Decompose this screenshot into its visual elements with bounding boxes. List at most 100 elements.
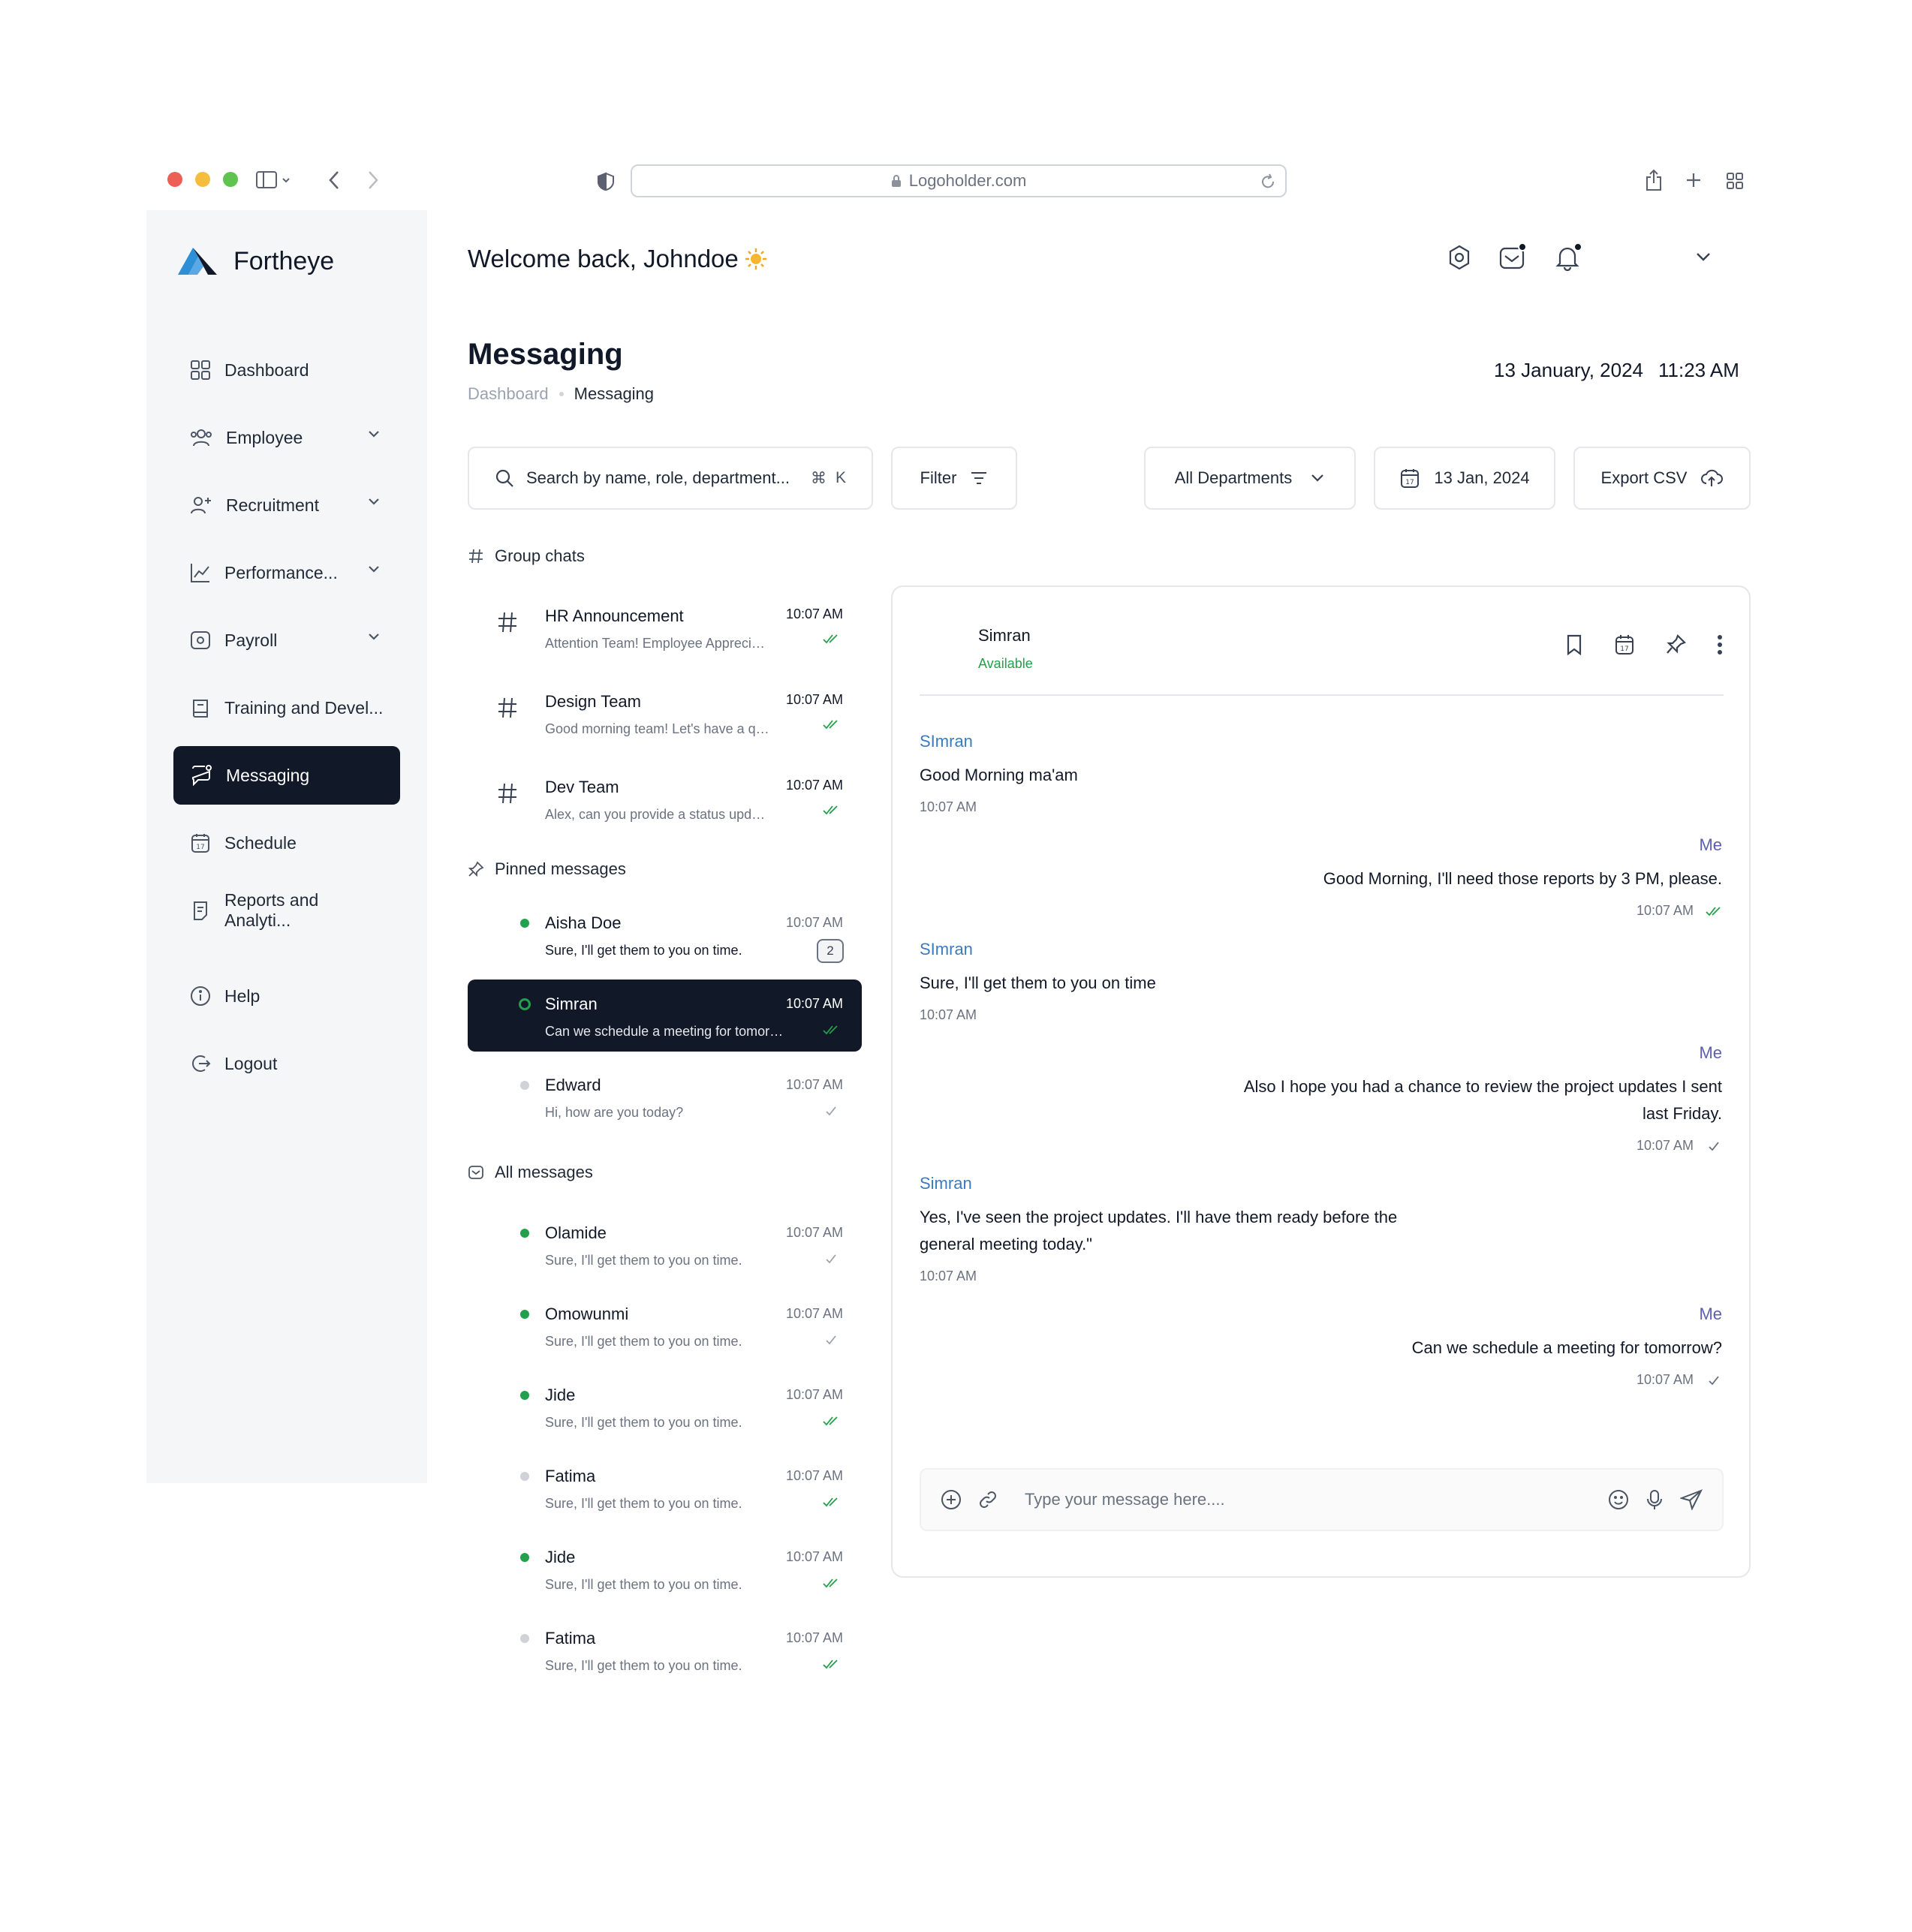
search-input[interactable]: Search by name, role, department... ⌘ K	[468, 447, 873, 510]
chat-time: 10:07 AM	[785, 1306, 843, 1321]
chat-preview: Sure, I'll get them to you on time.	[545, 1415, 742, 1430]
cloud-upload-icon	[1700, 468, 1724, 488]
online-indicator	[520, 1229, 529, 1238]
group-chat-item[interactable]: Dev Team Alex, can you provide a status …	[468, 764, 862, 839]
calendar-icon: 17	[190, 832, 211, 853]
message-sender: SImran	[920, 732, 973, 751]
emoji-icon[interactable]	[1608, 1489, 1629, 1510]
sidebar-item-reports[interactable]: Reports and Analyti...	[173, 881, 400, 940]
filter-label: Filter	[920, 468, 957, 487]
sidebar-item-training[interactable]: Training and Devel...	[173, 679, 400, 737]
unread-badge: 2	[817, 939, 844, 963]
sidebar-item-schedule[interactable]: 17 Schedule	[173, 814, 400, 872]
close-window-button[interactable]	[167, 172, 182, 187]
export-csv-button[interactable]: Export CSV	[1573, 447, 1751, 510]
chat-time: 10:07 AM	[785, 1630, 843, 1645]
info-icon	[190, 986, 211, 1007]
contact-name[interactable]: Simran	[978, 626, 1031, 646]
group-chat-item[interactable]: HR Announcement Attention Team! Employee…	[468, 593, 862, 668]
reload-icon[interactable]	[1260, 173, 1276, 190]
address-bar[interactable]: Logoholder.com	[631, 164, 1287, 197]
sidebar-item-logout[interactable]: Logout	[173, 1034, 400, 1093]
tab-overview-icon[interactable]	[1726, 172, 1744, 190]
sidebar-item-label: Help	[224, 986, 260, 1006]
pin-icon[interactable]	[1665, 633, 1686, 656]
breadcrumb: Dashboard Messaging	[468, 384, 654, 404]
chat-preview: Sure, I'll get them to you on time.	[545, 1577, 742, 1592]
inbox-button[interactable]	[1498, 242, 1527, 271]
double-check-icon	[823, 805, 839, 815]
link-icon[interactable]	[978, 1490, 998, 1509]
page-title: Messaging	[468, 338, 623, 371]
more-vertical-icon[interactable]	[1716, 633, 1724, 656]
check-icon	[823, 1106, 839, 1116]
chevron-down-icon[interactable]	[367, 497, 381, 506]
sidebar-item-performance[interactable]: Performance...	[173, 543, 400, 602]
double-check-icon	[823, 719, 839, 730]
date-picker[interactable]: 17 13 Jan, 2024	[1374, 447, 1555, 510]
filter-icon	[970, 470, 988, 486]
pinned-chat-item[interactable]: Edward Hi, how are you today? 10:07 AM	[468, 1061, 862, 1133]
add-circle-icon[interactable]	[941, 1489, 962, 1510]
new-tab-icon[interactable]	[1685, 172, 1702, 188]
zoom-window-button[interactable]	[223, 172, 238, 187]
chat-preview: Attention Team! Employee Appreciation We…	[545, 636, 770, 651]
message-meta: 10:07 AM	[1242, 1138, 1722, 1154]
send-icon[interactable]	[1680, 1489, 1703, 1510]
chat-list-item[interactable]: Fatima Sure, I'll get them to you on tim…	[468, 1614, 862, 1686]
chevron-down-icon[interactable]	[367, 429, 381, 438]
date-value: 13 Jan, 2024	[1434, 468, 1530, 487]
chat-list-item[interactable]: Fatima Sure, I'll get them to you on tim…	[468, 1452, 862, 1524]
calendar-icon[interactable]: 17	[1614, 633, 1635, 656]
check-icon	[823, 1335, 839, 1345]
forward-icon[interactable]	[367, 170, 379, 190]
hash-icon	[496, 697, 519, 719]
sidebar-item-employee[interactable]: Employee	[173, 408, 400, 467]
chat-list-item[interactable]: Omowunmi Sure, I'll get them to you on t…	[468, 1290, 862, 1362]
settings-button[interactable]	[1446, 244, 1473, 271]
shield-icon[interactable]	[597, 172, 615, 191]
profile-menu-toggle[interactable]	[1695, 251, 1712, 263]
share-icon[interactable]	[1645, 169, 1663, 191]
back-icon[interactable]	[328, 170, 340, 190]
filter-button[interactable]: Filter	[891, 447, 1017, 510]
users-icon	[190, 427, 212, 448]
breadcrumb-dashboard[interactable]: Dashboard	[468, 384, 549, 404]
sidebar-item-help[interactable]: Help	[173, 967, 400, 1025]
message-time: 10:07 AM	[1636, 1138, 1694, 1153]
message-time: 10:07 AM	[920, 1007, 977, 1022]
sidebar-toggle-icon[interactable]	[256, 170, 291, 190]
pinned-chat-item[interactable]: Aisha Doe Sure, I'll get them to you on …	[468, 898, 862, 971]
sidebar-item-dashboard[interactable]: Dashboard	[173, 341, 400, 399]
message-outgoing: Me Also I hope you had a chance to revie…	[1242, 1043, 1722, 1154]
department-select[interactable]: All Departments	[1144, 447, 1356, 510]
sidebar-item-messaging[interactable]: Messaging	[173, 746, 400, 805]
chevron-down-icon[interactable]	[367, 632, 381, 641]
group-chat-item[interactable]: Design Team Good morning team! Let's hav…	[468, 679, 862, 754]
settings-icon	[1446, 244, 1473, 271]
chat-name: Jide	[545, 1386, 576, 1404]
bookmark-icon[interactable]	[1564, 633, 1584, 656]
microphone-icon[interactable]	[1646, 1489, 1664, 1510]
brand[interactable]: Fortheye	[176, 246, 334, 276]
lock-icon	[891, 174, 902, 188]
minimize-window-button[interactable]	[195, 172, 210, 187]
svg-text:17: 17	[1620, 646, 1628, 653]
chat-name: Aisha Doe	[545, 913, 622, 932]
chat-preview: Sure, I'll get them to you on time.	[545, 1253, 742, 1268]
notifications-button[interactable]	[1554, 242, 1582, 271]
chat-list-item[interactable]: Olamide Sure, I'll get them to you on ti…	[468, 1208, 862, 1280]
sidebar-item-label: Employee	[226, 427, 303, 447]
chat-list-item[interactable]: Jide Sure, I'll get them to you on time.…	[468, 1371, 862, 1443]
sidebar-item-recruitment[interactable]: Recruitment	[173, 476, 400, 534]
chevron-down-icon[interactable]	[367, 564, 381, 573]
pinned-chat-item-active[interactable]: Simran Can we schedule a meeting for tom…	[468, 980, 862, 1052]
sidebar-item-payroll[interactable]: Payroll	[173, 611, 400, 670]
message-input[interactable]: Type your message here....	[1014, 1490, 1591, 1509]
chat-time: 10:07 AM	[785, 1468, 843, 1483]
chat-list-item[interactable]: Jide Sure, I'll get them to you on time.…	[468, 1533, 862, 1605]
sidebar-item-label: Logout	[224, 1053, 278, 1073]
current-time: 11:23 AM	[1658, 359, 1739, 381]
chat-name: Jide	[545, 1548, 576, 1566]
chat-time: 10:07 AM	[785, 1549, 843, 1564]
